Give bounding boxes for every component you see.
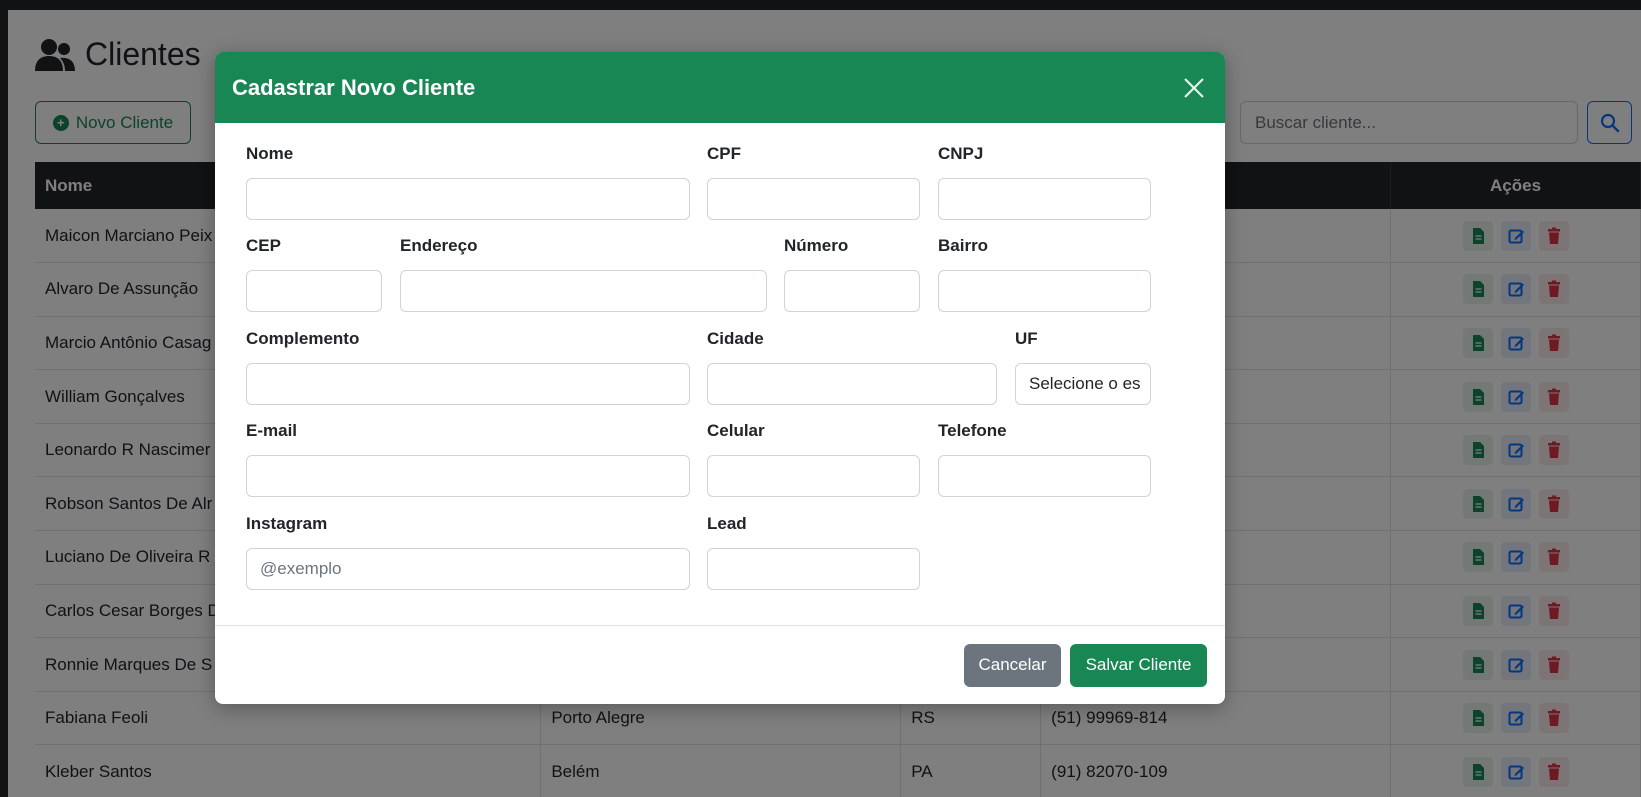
- complemento-label: Complemento: [246, 329, 360, 348]
- field-lead: Lead: [707, 514, 920, 590]
- cep-label: CEP: [246, 236, 281, 255]
- cpf-input[interactable]: [707, 178, 920, 220]
- field-complemento: Complemento: [246, 329, 690, 405]
- field-nome: Nome: [246, 144, 690, 220]
- cep-input[interactable]: [246, 270, 382, 312]
- modal-header: Cadastrar Novo Cliente: [215, 52, 1225, 123]
- field-cidade: Cidade: [707, 329, 997, 405]
- cnpj-input[interactable]: [938, 178, 1151, 220]
- modal-footer: Cancelar Salvar Cliente: [215, 625, 1225, 704]
- endereco-input[interactable]: [400, 270, 767, 312]
- celular-input[interactable]: [707, 455, 920, 497]
- cnpj-label: CNPJ: [938, 144, 984, 163]
- field-endereco: Endereço: [400, 236, 767, 312]
- field-cep: CEP: [246, 236, 382, 312]
- field-bairro: Bairro: [938, 236, 1151, 312]
- email-input[interactable]: [246, 455, 690, 497]
- save-client-button[interactable]: Salvar Cliente: [1070, 643, 1207, 687]
- cancel-button[interactable]: Cancelar: [964, 643, 1061, 687]
- field-cnpj: CNPJ: [938, 144, 1151, 220]
- field-celular: Celular: [707, 421, 920, 497]
- instagram-label: Instagram: [246, 514, 328, 533]
- uf-select[interactable]: Selecione o es: [1015, 363, 1151, 405]
- cpf-label: CPF: [707, 144, 741, 163]
- lead-label: Lead: [707, 514, 747, 533]
- close-icon[interactable]: [1180, 74, 1208, 102]
- lead-input[interactable]: [707, 548, 920, 590]
- endereco-label: Endereço: [400, 236, 478, 255]
- numero-input[interactable]: [784, 270, 920, 312]
- nome-label: Nome: [246, 144, 294, 163]
- numero-label: Número: [784, 236, 849, 255]
- bairro-label: Bairro: [938, 236, 989, 255]
- field-instagram: Instagram: [246, 514, 690, 590]
- telefone-label: Telefone: [938, 421, 1007, 440]
- bairro-input[interactable]: [938, 270, 1151, 312]
- nome-input[interactable]: [246, 178, 690, 220]
- uf-label: UF: [1015, 329, 1038, 348]
- instagram-input[interactable]: [246, 548, 690, 590]
- field-uf: UF Selecione o es: [1015, 329, 1151, 405]
- modal-body: Nome CPF CNPJ CEP Endereço Número Bairro: [215, 123, 1225, 626]
- modal-title: Cadastrar Novo Cliente: [232, 74, 476, 100]
- cidade-label: Cidade: [707, 329, 764, 348]
- telefone-input[interactable]: [938, 455, 1151, 497]
- email-label: E-mail: [246, 421, 298, 440]
- field-numero: Número: [784, 236, 920, 312]
- field-cpf: CPF: [707, 144, 920, 220]
- field-email: E-mail: [246, 421, 690, 497]
- cidade-input[interactable]: [707, 363, 997, 405]
- new-client-modal: Cadastrar Novo Cliente Nome CPF CNPJ CEP…: [215, 52, 1225, 704]
- celular-label: Celular: [707, 421, 765, 440]
- complemento-input[interactable]: [246, 363, 690, 405]
- field-telefone: Telefone: [938, 421, 1151, 497]
